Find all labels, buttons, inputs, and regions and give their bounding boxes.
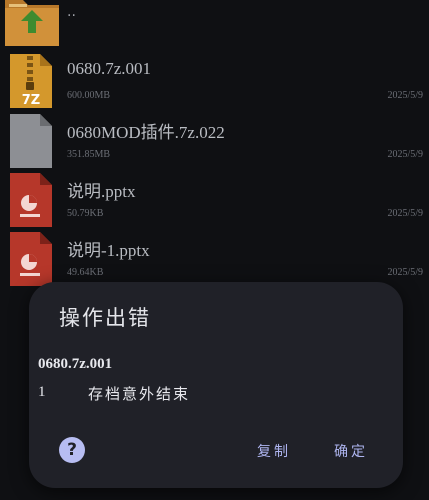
generic-file-icon	[10, 114, 52, 168]
file-size: 600.00MB	[67, 90, 111, 101]
error-code: 1	[38, 384, 46, 400]
folder-up-icon	[5, 0, 59, 46]
file-date: 2025/5/9	[387, 149, 423, 160]
file-size: 50.79KB	[67, 208, 104, 219]
file-row[interactable]: 7Z 0680.7z.001 600.00MB 2025/5/9	[0, 52, 429, 110]
file-size: 49.64KB	[67, 267, 104, 278]
error-message: 存档意外结束	[88, 385, 191, 403]
error-dialog: 操作出错 0680.7z.001 1 存档意外结束 ? 复制 确定	[29, 282, 403, 488]
file-date: 2025/5/9	[387, 90, 423, 101]
question-icon[interactable]: ?	[59, 437, 85, 463]
parent-folder-row[interactable]: ..	[0, 0, 429, 58]
error-filename: 0680.7z.001	[38, 356, 113, 372]
7z-icon-label: 7Z	[22, 93, 40, 108]
copy-button[interactable]: 复制	[257, 441, 291, 461]
file-date: 2025/5/9	[387, 208, 423, 219]
file-row[interactable]: 说明.pptx 50.79KB 2025/5/9	[0, 170, 429, 228]
pptx-file-icon	[10, 232, 52, 286]
file-name: 0680MOD插件.7z.022	[67, 123, 225, 142]
7z-archive-icon: 7Z	[10, 54, 52, 108]
file-row[interactable]: 说明-1.pptx 49.64KB 2025/5/9	[0, 229, 429, 287]
file-row[interactable]: 0680MOD插件.7z.022 351.85MB 2025/5/9	[0, 111, 429, 169]
file-size: 351.85MB	[67, 149, 111, 160]
parent-folder-label: ..	[67, 4, 76, 20]
file-name: 说明.pptx	[67, 182, 136, 201]
ok-button[interactable]: 确定	[334, 441, 368, 461]
file-name: 说明-1.pptx	[67, 241, 150, 260]
dialog-title: 操作出错	[59, 306, 151, 330]
file-date: 2025/5/9	[387, 267, 423, 278]
pptx-file-icon	[10, 173, 52, 227]
file-name: 0680.7z.001	[67, 59, 152, 78]
